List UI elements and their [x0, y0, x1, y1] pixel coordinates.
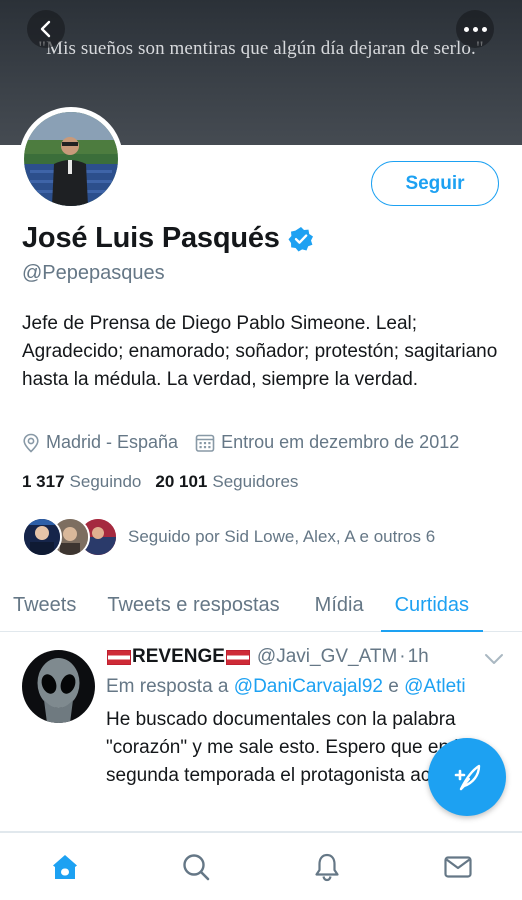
nav-search-button[interactable] — [180, 851, 212, 883]
reply-prefix: Em resposta a — [106, 676, 229, 697]
followers-count: 20 101 — [155, 472, 208, 491]
avatar — [22, 517, 62, 557]
tab-media[interactable]: Mídia — [315, 580, 364, 631]
austria-flag-emoji — [225, 649, 250, 665]
banner-quote: "Mis sueños son mentiras que algún día d… — [38, 38, 484, 59]
compose-feather-icon — [454, 764, 481, 791]
bottom-navigation — [0, 832, 522, 900]
joined-text: Entrou em dezembro de 2012 — [221, 432, 460, 452]
nav-notifications-button[interactable] — [311, 851, 343, 883]
profile-handle: @Pepepasques — [22, 262, 165, 284]
back-button[interactable] — [27, 10, 65, 48]
profile-bio: Jefe de Prensa de Diego Pablo Simeone. L… — [22, 313, 498, 390]
followed-by-avatars — [22, 517, 118, 557]
following-count: 1 317 — [22, 472, 65, 491]
profile-tabs: Tweets Tweets e respostas Mídia Curtidas — [0, 580, 522, 632]
tab-likes[interactable]: Curtidas — [380, 580, 484, 632]
tab-tweets[interactable]: Tweets — [13, 580, 76, 631]
austria-flag-emoji — [107, 649, 131, 665]
tweet-separator: · — [399, 646, 406, 667]
tab-tweets-replies[interactable]: Tweets e respostas — [107, 580, 279, 631]
profile-display-name: José Luis Pasqués — [22, 222, 280, 254]
reply-join: e — [388, 676, 399, 697]
following-stat[interactable]: 1 317 Seguindo — [22, 472, 141, 492]
avatar — [22, 650, 95, 723]
tweet-reply-context: Em resposta a @DaniCarvajal92 e @Atleti — [106, 676, 466, 698]
tweet-author-handle: @Javi_GV_ATM — [256, 646, 398, 667]
home-icon — [53, 855, 77, 879]
nav-home-button[interactable] — [49, 851, 81, 883]
calendar-icon — [195, 434, 215, 452]
chevron-left-icon — [40, 20, 51, 38]
reply-mention-link[interactable]: @DaniCarvajal92 — [234, 676, 383, 697]
avatar-photo — [24, 112, 118, 206]
profile-name-row: José Luis Pasqués — [22, 222, 314, 255]
profile-meta: Madrid - España Entrou em dezembro de 20… — [22, 432, 459, 453]
follow-button[interactable]: Seguir — [371, 161, 499, 206]
tweet-time: 1h — [407, 646, 429, 667]
location-text: Madrid - España — [46, 432, 179, 452]
more-horizontal-icon — [463, 26, 487, 32]
followers-label: Seguidores — [212, 472, 299, 491]
search-icon — [183, 854, 210, 881]
profile-location: Madrid - España — [22, 432, 178, 453]
chevron-down-icon[interactable] — [484, 652, 504, 666]
compose-tweet-button[interactable] — [428, 738, 506, 816]
following-label: Seguindo — [69, 472, 142, 491]
profile-joined: Entrou em dezembro de 2012 — [195, 432, 459, 453]
verified-badge-icon — [288, 226, 313, 251]
reply-mention-link[interactable]: @Atleti — [404, 676, 466, 697]
nav-messages-button[interactable] — [442, 851, 474, 883]
bell-icon — [315, 853, 339, 882]
tweet-author-avatar[interactable] — [22, 650, 95, 723]
followed-by-row[interactable]: Seguido por Sid Lowe, Alex, A e outros 6 — [22, 517, 435, 557]
followers-stat[interactable]: 20 101 Seguidores — [155, 472, 298, 492]
tweet-author-name[interactable]: REVENGE — [132, 646, 225, 668]
mail-icon — [444, 856, 472, 878]
profile-avatar[interactable] — [19, 107, 123, 211]
location-pin-icon — [23, 433, 39, 453]
tweet-header: REVENGE @Javi_GV_ATM · 1h — [106, 646, 429, 668]
followed-by-text: Seguido por Sid Lowe, Alex, A e outros 6 — [128, 527, 436, 546]
more-options-button[interactable] — [456, 10, 494, 48]
profile-stats: 1 317 Seguindo 20 101 Seguidores — [22, 472, 298, 492]
